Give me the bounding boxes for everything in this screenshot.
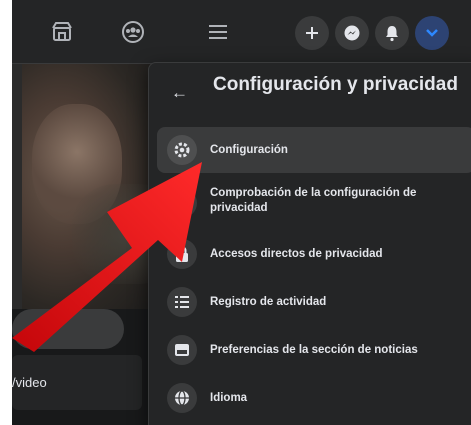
app-screen: /video ← Configuración y privacidad Conf… — [12, 0, 471, 425]
red-pointer-arrow — [12, 162, 202, 352]
